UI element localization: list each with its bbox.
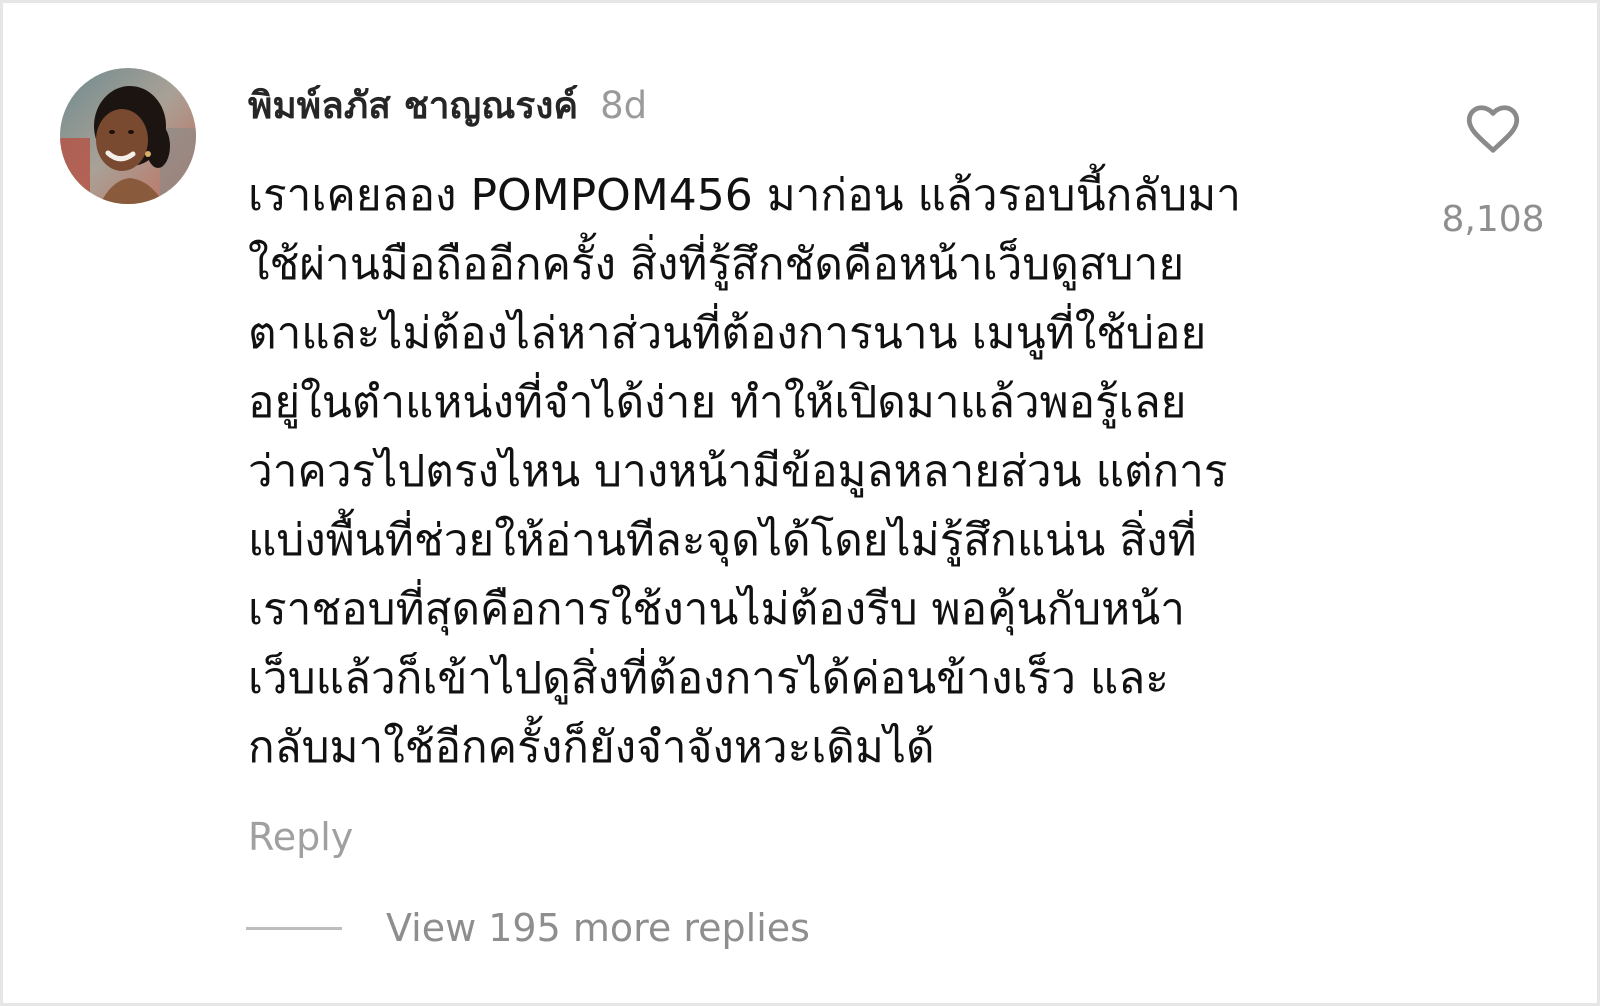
comment-line: ตาและไม่ต้องไล่หาส่วนที่ต้องการนาน เมนูท… xyxy=(248,308,1207,359)
like-count: 8,108 xyxy=(1441,199,1545,240)
reply-button[interactable]: Reply xyxy=(248,815,353,859)
username[interactable]: พิมพ์ลภัส ชาญณรงค์ xyxy=(248,76,578,135)
like-button[interactable] xyxy=(1463,99,1523,159)
comment-line: แบ่งพื้นที่ช่วยให้อ่านทีละจุดได้โดยไม่รู… xyxy=(248,515,1197,566)
view-replies-button[interactable]: View 195 more replies xyxy=(246,906,810,950)
view-replies-label: View 195 more replies xyxy=(386,906,810,950)
comment-line: เราเคยลอง POMPOM456 มาก่อน แล้วรอบนี้กลั… xyxy=(248,170,1241,221)
comment-line: ใช้ผ่านมือถืออีกครั้ง สิ่งที่รู้สึกชัดคื… xyxy=(248,239,1185,290)
heart-outline-icon xyxy=(1466,105,1520,153)
comment-card: พิมพ์ลภัส ชาญณรงค์ 8d เราเคยลอง POMPOM45… xyxy=(0,0,1600,1006)
avatar-photo xyxy=(60,68,196,204)
comment-header: พิมพ์ลภัส ชาญณรงค์ 8d xyxy=(248,77,647,133)
avatar[interactable] xyxy=(60,68,196,204)
comment-line: กลับมาใช้อีกครั้งก็ยังจำจังหวะเดิมได้ xyxy=(248,722,935,773)
comment-line: เราชอบที่สุดคือการใช้งานไม่ต้องรีบ พอคุ้… xyxy=(248,584,1185,635)
comment-line: เว็บแล้วก็เข้าไปดูสิ่งที่ต้องการได้ค่อนข… xyxy=(248,653,1169,704)
comment-line: ว่าควรไปตรงไหน บางหน้ามีข้อมูลหลายส่วน แ… xyxy=(248,446,1228,497)
replies-divider xyxy=(246,926,342,930)
timestamp: 8d xyxy=(600,83,648,127)
comment-line: อยู่ในตำแหน่งที่จำได้ง่าย ทำให้เปิดมาแล้… xyxy=(248,377,1187,428)
comment-text: เราเคยลอง POMPOM456 มาก่อน แล้วรอบนี้กลั… xyxy=(248,161,1378,782)
